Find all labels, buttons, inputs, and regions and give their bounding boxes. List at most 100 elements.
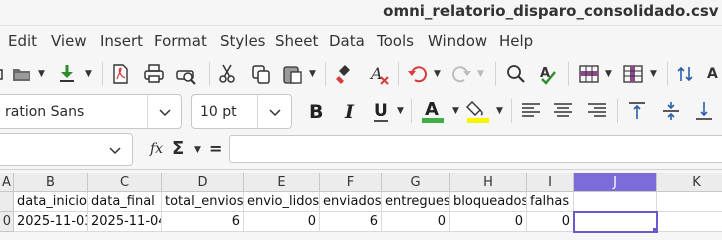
font-name-combo[interactable]: ration Sans (0, 94, 182, 129)
menu-edit[interactable]: Edit (8, 32, 37, 50)
formula-bar: fx Σ ▼ = (0, 130, 722, 170)
spelling-icon[interactable]: A (537, 62, 561, 86)
row-dropdown-caret[interactable]: ▼ (605, 69, 612, 79)
row-header[interactable] (0, 192, 14, 212)
column-header-a[interactable]: A (0, 173, 14, 192)
menu-sheet[interactable]: Sheet (275, 32, 318, 50)
find-replace-icon[interactable] (504, 62, 528, 86)
name-box[interactable] (0, 133, 133, 166)
column-header-f[interactable]: F (320, 173, 382, 192)
undo-icon[interactable] (406, 62, 430, 86)
column-header-e[interactable]: E (244, 173, 320, 192)
chevron-down-icon[interactable] (98, 134, 132, 165)
font-color-icon[interactable]: A (419, 96, 447, 126)
table-cell[interactable]: 0 (244, 212, 320, 232)
redo-dropdown-caret[interactable]: ▼ (477, 69, 484, 79)
menu-insert[interactable]: Insert (100, 32, 143, 50)
autofill-handle[interactable] (653, 228, 658, 233)
print-icon[interactable] (142, 62, 166, 86)
function-wizard-icon[interactable]: fx (150, 141, 163, 157)
chevron-down-icon[interactable] (147, 95, 181, 128)
row-icon[interactable] (577, 62, 601, 86)
align-bottom-icon[interactable] (692, 98, 716, 124)
sum-icon[interactable]: Σ (172, 138, 184, 159)
table-cell[interactable]: enviados (320, 192, 382, 212)
italic-icon[interactable]: I (337, 98, 363, 124)
clear-formatting-icon[interactable]: A (368, 62, 392, 86)
font-color-dropdown-caret[interactable]: ▼ (452, 106, 459, 116)
svg-text:U: U (374, 101, 388, 121)
menu-tools[interactable]: Tools (377, 32, 414, 50)
open-folder-icon[interactable] (11, 64, 33, 84)
paste-dropdown-caret[interactable]: ▼ (309, 69, 316, 79)
table-cell[interactable]: entregues (382, 192, 450, 212)
menu-view[interactable]: View (51, 32, 87, 50)
column-header-h[interactable]: H (450, 173, 527, 192)
table-cell[interactable]: 2025-11-03 (14, 212, 88, 232)
column-header-c[interactable]: C (88, 173, 162, 192)
table-cell[interactable]: 6 (162, 212, 244, 232)
align-middle-icon[interactable] (659, 98, 683, 124)
table-cell[interactable]: 2025-11-04 (88, 212, 162, 232)
redo-icon[interactable] (449, 62, 473, 86)
copy-icon[interactable] (249, 62, 273, 86)
clone-formatting-icon[interactable] (334, 62, 358, 86)
font-size-combo[interactable]: 10 pt (191, 94, 292, 129)
sort-icon[interactable] (674, 62, 698, 86)
menu-data[interactable]: Data (329, 32, 365, 50)
open-dropdown-caret[interactable]: ▼ (38, 69, 45, 79)
column-header-b[interactable]: B (14, 173, 88, 192)
highlight-dropdown-caret[interactable]: ▼ (496, 106, 503, 116)
toolbar-separator (568, 62, 569, 86)
cut-icon[interactable] (215, 62, 239, 86)
paste-icon[interactable] (281, 62, 305, 86)
toolbar-separator (325, 62, 326, 86)
table-cell[interactable]: 6 (320, 212, 382, 232)
table-cell[interactable] (657, 212, 722, 232)
toolbar-separator (667, 62, 668, 86)
table-cell[interactable]: 0 (450, 212, 527, 232)
save-dropdown-caret[interactable]: ▼ (85, 69, 92, 79)
align-top-icon[interactable] (625, 98, 649, 124)
align-right-icon[interactable] (585, 98, 609, 124)
column-dropdown-caret[interactable]: ▼ (650, 69, 657, 79)
column-header-i[interactable]: I (527, 173, 574, 192)
active-cell-cursor[interactable] (573, 211, 658, 233)
table-cell[interactable]: bloqueados (450, 192, 527, 212)
underline-dropdown-caret[interactable]: ▼ (397, 106, 404, 116)
table-cell[interactable]: 0 (382, 212, 450, 232)
align-left-icon[interactable] (519, 98, 543, 124)
column-header-k[interactable]: K (657, 173, 722, 192)
table-cell[interactable]: data_final (88, 192, 162, 212)
table-cell[interactable]: total_envios (162, 192, 244, 212)
underline-icon[interactable]: U (370, 98, 396, 124)
highlight-color-icon[interactable] (464, 96, 492, 126)
export-pdf-icon[interactable] (109, 62, 131, 86)
table-cell[interactable]: 0 (527, 212, 574, 232)
column-header-g[interactable]: G (382, 173, 450, 192)
table-cell[interactable] (574, 192, 657, 212)
undo-dropdown-caret[interactable]: ▼ (434, 69, 441, 79)
sum-dropdown-caret[interactable]: ▼ (194, 145, 201, 155)
table-cell[interactable]: falhas (527, 192, 574, 212)
table-cell[interactable]: envio_lidos (244, 192, 320, 212)
menu-help[interactable]: Help (499, 32, 533, 50)
save-icon[interactable] (56, 62, 78, 86)
chevron-down-icon[interactable] (257, 95, 291, 128)
align-center-icon[interactable] (551, 98, 575, 124)
column-icon[interactable] (621, 62, 645, 86)
column-header-d[interactable]: D (162, 173, 244, 192)
column-header-j[interactable]: J (574, 173, 657, 192)
autofilter-icon[interactable]: A (704, 62, 722, 86)
menu-format[interactable]: Format (154, 32, 207, 50)
table-cell[interactable] (657, 192, 722, 212)
print-preview-icon[interactable] (174, 62, 198, 86)
formula-input[interactable] (229, 135, 722, 163)
formula-equals-icon[interactable]: = (209, 139, 222, 158)
table-cell[interactable]: data_inicio (14, 192, 88, 212)
bold-icon[interactable]: B (304, 98, 330, 124)
row-header[interactable]: 0 (0, 212, 14, 232)
menu-window[interactable]: Window (428, 32, 487, 50)
menu-styles[interactable]: Styles (220, 32, 266, 50)
new-document-icon[interactable] (0, 64, 6, 82)
